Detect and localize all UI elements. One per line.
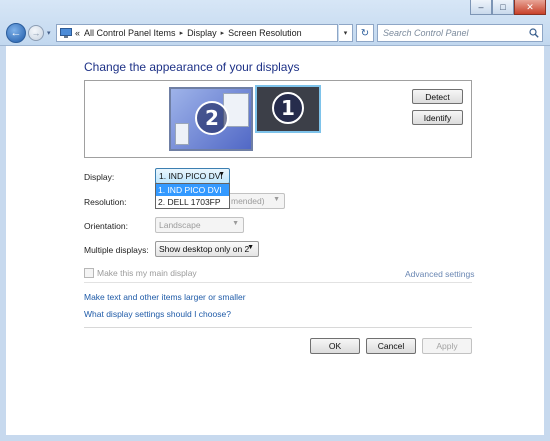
monitor-number-1: 1 [272,92,304,124]
chevron-down-icon: ▼ [247,244,254,251]
breadcrumb-separator[interactable]: ▸ [180,29,184,37]
address-history-dropdown[interactable]: ▾ [339,24,353,42]
cancel-button[interactable]: Cancel [366,338,416,354]
page-title: Change the appearance of your displays [84,60,300,74]
resolution-select-value: mended) [231,196,265,206]
orientation-select-value: Landscape [159,220,201,230]
desktop-window-preview [175,123,189,145]
display-label: Display: [84,172,115,182]
multiple-displays-label: Multiple displays: [84,245,149,255]
main-display-checkbox[interactable] [84,268,94,278]
search-input[interactable]: Search Control Panel [377,24,543,42]
recent-pages-dropdown[interactable]: ▾ [47,29,51,37]
display-option-1[interactable]: 1. IND PICO DVI [156,184,229,196]
divider [84,327,472,328]
breadcrumb-all-control-panel-items[interactable]: All Control Panel Items [84,28,176,38]
apply-button[interactable]: Apply [422,338,472,354]
breadcrumb-separator[interactable]: ▸ [221,29,225,37]
orientation-select[interactable]: Landscape ▼ [155,217,244,233]
chevron-down-icon: ▼ [273,196,280,203]
window-controls: – □ ✕ [470,0,546,15]
navigation-buttons: ← → ▾ [6,23,51,43]
multiple-displays-select[interactable]: Show desktop only on 2 ▼ [155,241,259,257]
resolution-label: Resolution: [84,197,127,207]
display-option-2[interactable]: 2. DELL 1703FP [156,196,229,208]
refresh-icon[interactable]: ↻ [356,24,374,42]
display-dropdown-list: 1. IND PICO DVI 2. DELL 1703FP [155,183,230,209]
identify-button[interactable]: Identify [412,110,463,125]
display-select-value: 1. IND PICO DVI [159,171,223,181]
text-size-link[interactable]: Make text and other items larger or smal… [84,292,246,302]
maximize-button[interactable]: □ [492,0,514,15]
chevron-down-icon: ▼ [218,171,225,178]
breadcrumb-screen-resolution[interactable]: Screen Resolution [228,28,302,38]
display-settings-help-link[interactable]: What display settings should I choose? [84,309,231,319]
chevron-down-icon: ▼ [232,220,239,227]
minimize-button[interactable]: – [470,0,492,15]
main-display-checkbox-row: Make this my main display [84,268,197,278]
monitor-2[interactable]: 2 [169,87,253,151]
close-button[interactable]: ✕ [514,0,546,15]
forward-button[interactable]: → [28,25,44,41]
search-icon[interactable] [529,28,539,38]
monitor-1[interactable]: 1 [255,85,321,133]
address-bar[interactable]: « All Control Panel Items ▸ Display ▸ Sc… [56,24,338,42]
monitor-number-2: 2 [195,101,229,135]
breadcrumb-display[interactable]: Display [187,28,217,38]
ok-button[interactable]: OK [310,338,360,354]
multiple-displays-select-value: Show desktop only on 2 [159,244,250,254]
display-select[interactable]: 1. IND PICO DVI ▼ [155,168,230,184]
detect-button[interactable]: Detect [412,89,463,104]
control-panel-icon [60,28,72,38]
orientation-label: Orientation: [84,221,128,231]
advanced-settings-link[interactable]: Advanced settings [405,269,474,279]
address-overflow[interactable]: « [75,28,80,38]
title-bar: – □ ✕ ← → ▾ « All Control Panel Items ▸ … [0,0,550,46]
main-display-label: Make this my main display [97,268,197,278]
back-button[interactable]: ← [6,23,26,43]
search-placeholder: Search Control Panel [383,28,469,38]
divider [84,282,472,283]
